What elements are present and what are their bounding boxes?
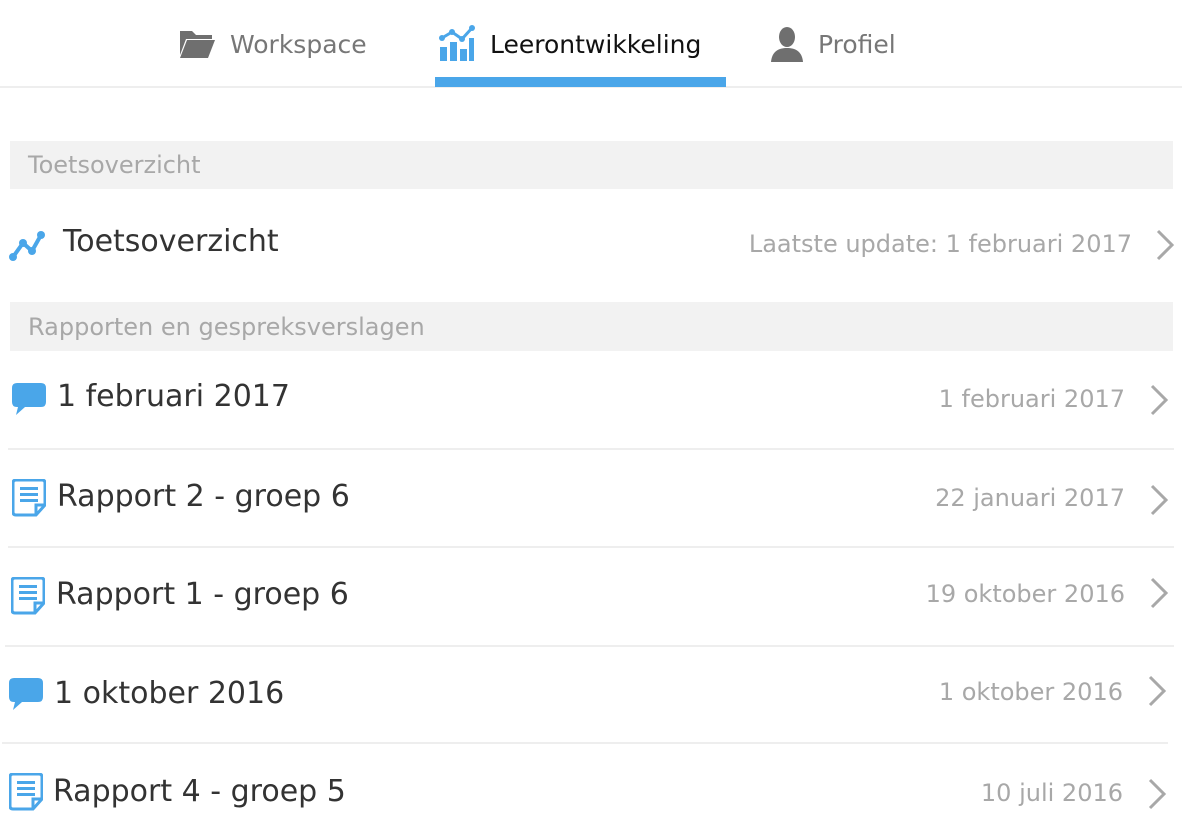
list-item-title: 1 februari 2017 [57,379,290,414]
divider [2,742,1168,744]
folder-icon [178,27,216,61]
list-item-date: 1 februari 2017 [938,385,1125,413]
chevron-right-icon [1155,228,1175,266]
list-item-date: 10 juli 2016 [980,779,1123,807]
list-item-date: Laatste update: 1 februari 2017 [748,230,1132,258]
tab-leerontwikkeling-label: Leerontwikkeling [490,29,702,59]
document-icon [11,478,47,521]
tab-workspace[interactable]: Workspace [178,0,367,88]
chevron-right-icon [1149,576,1169,614]
list-item[interactable]: Rapport 2 - groep 6 22 januari 2017 [0,452,1182,544]
section-header-rapporten: Rapporten en gespreksverslagen [10,302,1173,351]
line-chart-icon [8,229,46,267]
speech-bubble-icon [11,382,47,420]
chevron-right-icon [1147,674,1167,712]
list-item[interactable]: 1 februari 2017 1 februari 2017 [0,355,1182,445]
list-item-date: 19 oktober 2016 [925,580,1125,608]
divider [5,645,1174,647]
chart-icon [438,25,476,63]
user-icon [770,26,804,62]
tab-workspace-label: Workspace [230,29,367,59]
document-icon [10,576,46,619]
list-item-toetsoverzicht[interactable]: Toetsoverzicht Laatste update: 1 februar… [0,210,1182,280]
divider [8,546,1174,548]
section-header-toetsoverzicht: Toetsoverzicht [10,141,1173,189]
list-item-title: 1 oktober 2016 [54,676,285,711]
active-tab-indicator [435,77,726,87]
list-item-title: Rapport 1 - groep 6 [56,577,349,612]
speech-bubble-icon [8,677,44,715]
chevron-right-icon [1149,483,1169,521]
list-item[interactable]: Rapport 1 - groep 6 19 oktober 2016 [0,550,1182,642]
tab-profiel-label: Profiel [818,29,896,59]
section-header-label: Toetsoverzicht [28,151,201,179]
list-item[interactable]: Rapport 4 - groep 5 10 juli 2016 [0,746,1182,840]
list-item-title: Toetsoverzicht [63,224,279,259]
chevron-right-icon [1149,383,1169,421]
list-item-title: Rapport 4 - groep 5 [53,774,346,809]
tab-bar: Workspace Leerontwikkeling Profiel [0,0,1182,88]
chevron-right-icon [1147,777,1167,815]
document-icon [8,772,44,815]
tab-leerontwikkeling[interactable]: Leerontwikkeling [438,0,701,88]
section-header-label: Rapporten en gespreksverslagen [28,312,425,341]
tab-profiel[interactable]: Profiel [770,0,896,88]
divider [8,448,1174,450]
list-item-date: 22 januari 2017 [935,484,1125,512]
list-item-date: 1 oktober 2016 [938,678,1123,706]
list-item[interactable]: 1 oktober 2016 1 oktober 2016 [0,649,1182,739]
list-item-title: Rapport 2 - groep 6 [57,479,350,514]
